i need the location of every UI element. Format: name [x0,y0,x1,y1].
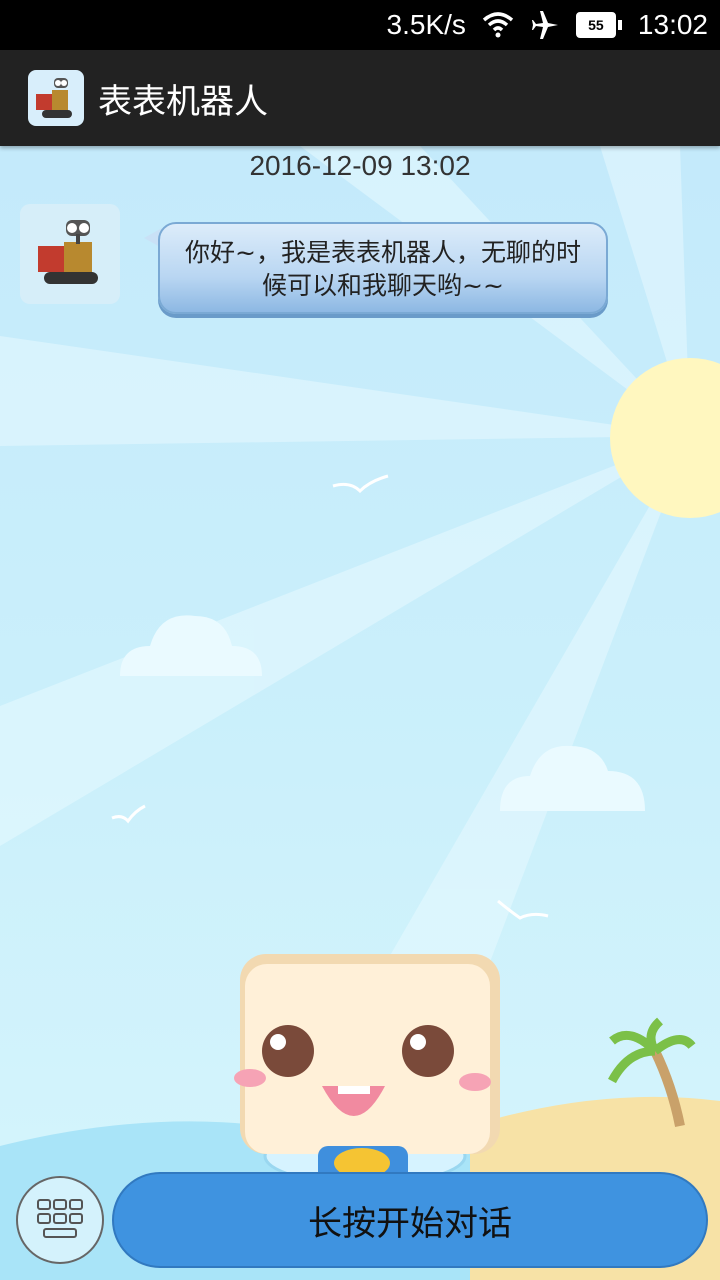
clock: 13:02 [637,9,708,40]
keyboard-toggle-button[interactable] [16,1176,104,1264]
hold-to-talk-button[interactable]: 长按开始对话 [112,1172,708,1268]
keyboard-icon [37,1199,83,1238]
net-speed: 3.5K/s [386,9,466,40]
robot-avatar-icon[interactable] [20,204,120,304]
app-logo-icon[interactable] [28,70,84,126]
status-bar: 3.5K/s 55 13:02 [0,0,720,50]
battery-level: 55 [575,12,616,38]
app-bar: 表表机器人 [0,50,720,146]
robot-message-bubble[interactable]: 你好~，我是表表机器人，无聊的时候可以和我聊天哟~~ [158,222,608,314]
mascot-illustration [234,954,500,1186]
battery-icon: 55 [575,12,622,38]
bottom-bar: 长按开始对话 [0,1160,720,1280]
app-title: 表表机器人 [98,81,268,122]
airplane-mode-icon [531,11,558,39]
chat-timestamp: 2016-12-09 13:02 [249,150,471,181]
wifi-icon [482,12,514,38]
sky-background [0,146,720,1280]
